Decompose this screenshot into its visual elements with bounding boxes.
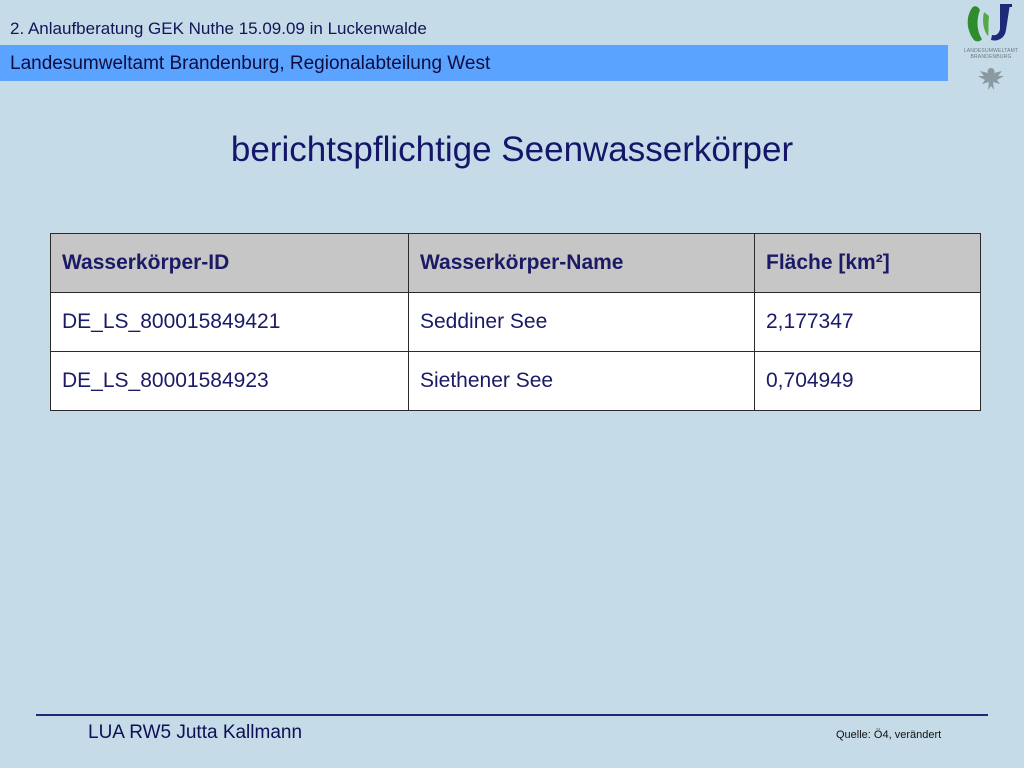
- footer-author: LUA RW5 Jutta Kallmann: [88, 722, 303, 743]
- column-header-area: Fläche [km²]: [754, 233, 981, 293]
- column-header-name: Wasserkörper-Name: [408, 233, 755, 293]
- cell-area: 2,177347: [754, 292, 981, 352]
- table-row: DE_LS_80001584923 Siethener See 0,704949: [50, 351, 981, 411]
- eagle-crest-icon: [978, 68, 1004, 90]
- table-header-row: Wasserkörper-ID Wasserkörper-Name Fläche…: [50, 233, 981, 293]
- lake-water-bodies-table: Wasserkörper-ID Wasserkörper-Name Fläche…: [50, 233, 981, 411]
- organization-name: Landesumweltamt Brandenburg, Regionalabt…: [10, 53, 491, 74]
- logo-caption: LANDESUMWELTAMT BRANDENBURG: [963, 48, 1019, 60]
- cell-area: 0,704949: [754, 351, 981, 411]
- cell-water-body-id: DE_LS_80001584923: [50, 351, 409, 411]
- footer-source: Quelle: Ö4, verändert: [836, 729, 942, 741]
- cell-water-body-name: Siethener See: [408, 351, 755, 411]
- agency-logo: LANDESUMWELTAMT BRANDENBURG: [958, 0, 1024, 96]
- event-line: 2. Anlaufberatung GEK Nuthe 15.09.09 in …: [10, 19, 427, 38]
- header-bar: Landesumweltamt Brandenburg, Regionalabt…: [0, 45, 948, 81]
- cell-water-body-id: DE_LS_800015849421: [50, 292, 409, 352]
- table-row: DE_LS_800015849421 Seddiner See 2,177347: [50, 292, 981, 352]
- lua-logo-icon: [967, 4, 1012, 42]
- cell-water-body-name: Seddiner See: [408, 292, 755, 352]
- column-header-id: Wasserkörper-ID: [50, 233, 409, 293]
- footer-divider: [36, 714, 988, 716]
- slide-title: berichtspflichtige Seenwasserkörper: [230, 130, 794, 169]
